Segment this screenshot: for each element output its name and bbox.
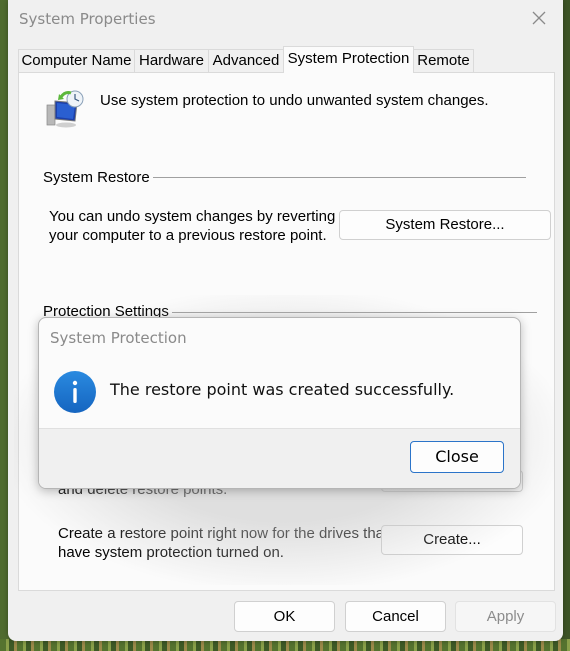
modal-close-button[interactable]: Close (410, 441, 504, 473)
system-protection-message-box: System Protection The restore point was … (38, 317, 521, 489)
cancel-button[interactable]: Cancel (345, 601, 446, 632)
close-x-icon (532, 11, 546, 25)
ok-button[interactable]: OK (234, 601, 335, 632)
system-restore-monitor-icon (45, 89, 87, 129)
system-restore-description-line2: your computer to a previous restore poin… (49, 227, 327, 244)
modal-title: System Protection (50, 329, 187, 347)
create-description-line1: Create a restore point right now for the… (58, 525, 389, 542)
tab-computer-name[interactable]: Computer Name (18, 49, 135, 72)
apply-button[interactable]: Apply (455, 601, 556, 632)
tab-hardware[interactable]: Hardware (134, 49, 209, 72)
window-close-button[interactable] (527, 6, 551, 30)
tab-remote[interactable]: Remote (413, 49, 474, 72)
system-restore-button[interactable]: System Restore... (339, 210, 551, 240)
create-description-line2: have system protection turned on. (58, 544, 284, 561)
system-restore-group-label: System Restore (43, 169, 153, 186)
window-title: System Properties (19, 10, 156, 28)
intro-text: Use system protection to undo unwanted s… (100, 92, 489, 109)
create-button[interactable]: Create... (381, 525, 523, 555)
tab-advanced[interactable]: Advanced (208, 49, 284, 72)
create-description: Create a restore point right now for the… (58, 524, 388, 562)
system-restore-description-line1: You can undo system changes by reverting (49, 208, 336, 225)
info-icon (53, 370, 97, 414)
modal-message: The restore point was created successful… (110, 380, 455, 399)
tab-system-protection[interactable]: System Protection (283, 46, 414, 73)
system-restore-description: You can undo system changes by reverting… (49, 207, 335, 245)
